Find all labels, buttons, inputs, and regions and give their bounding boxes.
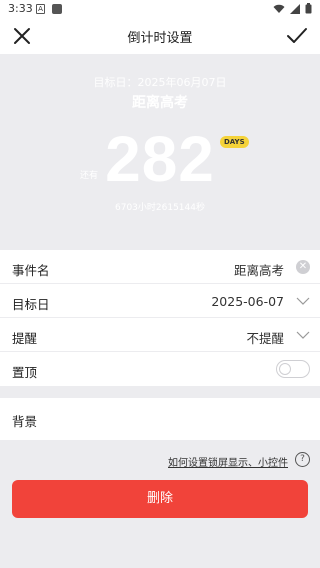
event-name-row[interactable]: 事件名 距离高考 ✕ bbox=[0, 250, 320, 284]
background-label: 背景 bbox=[12, 414, 38, 429]
question-icon[interactable]: ? bbox=[295, 452, 310, 467]
settings-list: 事件名 距离高考 ✕ 目标日 2025-06-07 提醒 不提醒 置顶 背景 bbox=[0, 250, 320, 440]
chevron-down-icon bbox=[296, 331, 310, 339]
status-bar: 3:33 A bbox=[0, 0, 320, 18]
target-day-value: 2025-06-07 bbox=[211, 294, 284, 309]
clear-icon[interactable]: ✕ bbox=[296, 260, 310, 274]
background-row[interactable]: 背景 bbox=[0, 398, 320, 440]
check-icon[interactable] bbox=[286, 26, 308, 46]
page-title: 倒计时设置 bbox=[127, 31, 193, 46]
reminder-value: 不提醒 bbox=[246, 331, 284, 346]
pin-label: 置顶 bbox=[12, 365, 38, 380]
pin-toggle[interactable] bbox=[276, 360, 310, 378]
target-date-text: 目标日：2025年06月07日 bbox=[93, 76, 227, 89]
notification-icon: A bbox=[36, 4, 45, 14]
pin-row: 置顶 bbox=[0, 352, 320, 386]
app-notification-icon bbox=[52, 4, 62, 14]
event-name-label: 事件名 bbox=[12, 263, 50, 278]
reminder-row[interactable]: 提醒 不提醒 bbox=[0, 318, 320, 352]
help-link[interactable]: 如何设置锁屏显示、小控件 bbox=[168, 454, 288, 469]
delete-button[interactable]: 删除 bbox=[12, 480, 308, 518]
days-count: 282 bbox=[105, 123, 215, 195]
target-day-row[interactable]: 目标日 2025-06-07 bbox=[0, 284, 320, 318]
top-bar: 倒计时设置 bbox=[0, 18, 320, 54]
wifi-icon bbox=[273, 4, 285, 13]
event-title: 距离高考 bbox=[132, 95, 188, 111]
signal-icon bbox=[290, 3, 300, 14]
remaining-label: 还有 bbox=[80, 171, 99, 181]
chevron-down-icon bbox=[296, 297, 310, 305]
time-breakdown: 6703小时2615144秒 bbox=[115, 203, 205, 213]
battery-icon bbox=[305, 3, 312, 14]
days-badge: DAYS bbox=[220, 136, 249, 148]
section-divider bbox=[0, 386, 320, 398]
event-name-input[interactable]: 距离高考 bbox=[234, 260, 284, 279]
countdown-hero[interactable]: 目标日：2025年06月07日 距离高考 282 还有 DAYS 6703小时2… bbox=[0, 54, 320, 250]
status-time: 3:33 bbox=[8, 2, 33, 15]
toggle-knob bbox=[279, 363, 291, 375]
target-day-label: 目标日 bbox=[12, 297, 50, 312]
reminder-label: 提醒 bbox=[12, 331, 38, 346]
help-row: 如何设置锁屏显示、小控件 ? bbox=[0, 452, 320, 469]
